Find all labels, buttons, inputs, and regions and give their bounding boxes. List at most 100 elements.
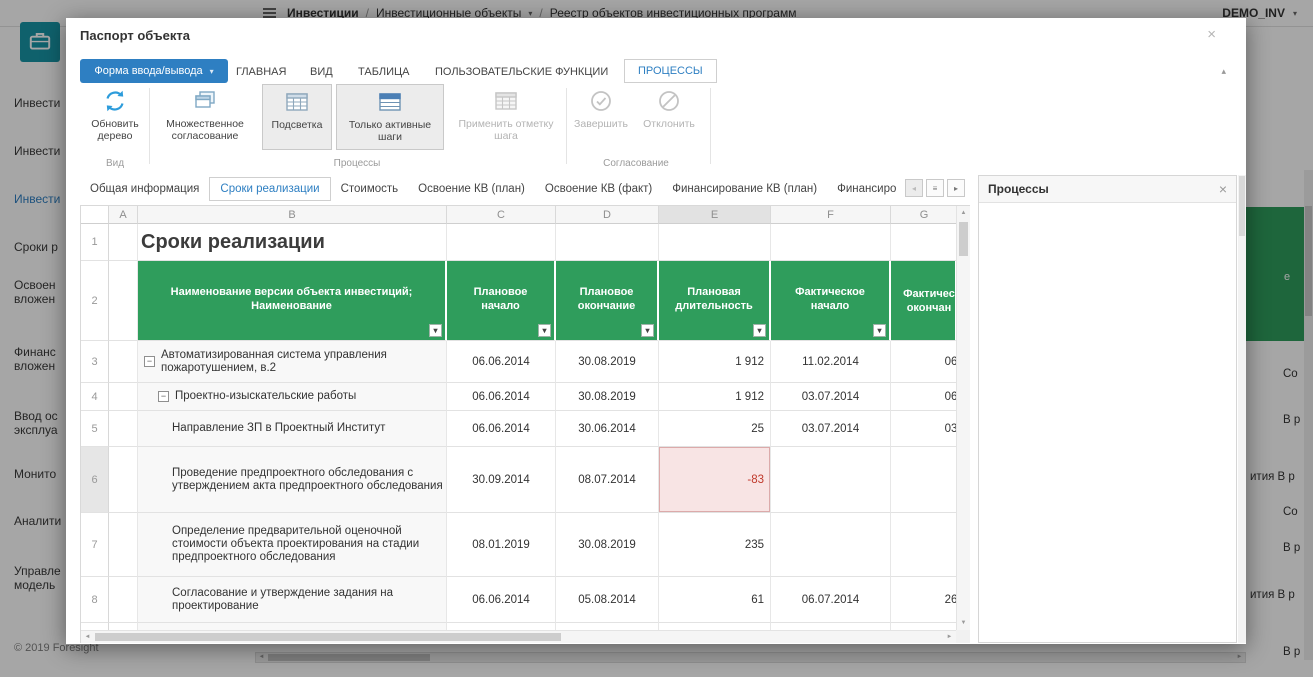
scroll-right-icon[interactable]: ► xyxy=(943,631,956,643)
row-number-selected[interactable]: 6 xyxy=(81,447,109,513)
sheet-tab-capex-fact[interactable]: Освоение КВ (факт) xyxy=(535,177,662,201)
grid-cell[interactable]: 06.06.2014 xyxy=(447,341,556,383)
grid-cell[interactable] xyxy=(109,577,138,623)
grid-cell[interactable]: 30.08.2019 xyxy=(556,513,659,577)
grid-cell[interactable] xyxy=(771,513,891,577)
filter-button[interactable]: ▾ xyxy=(641,324,654,337)
panel-scrollbar[interactable] xyxy=(1238,175,1246,643)
grid-cell[interactable] xyxy=(891,224,957,261)
row-number[interactable]: 5 xyxy=(81,411,109,447)
ribbon-tab-user-functions[interactable]: ПОЛЬЗОВАТЕЛЬСКИЕ ФУНКЦИИ xyxy=(435,63,608,81)
grid-vertical-scrollbar[interactable]: ▲ ▼ xyxy=(956,206,970,630)
name-cell[interactable]: Согласование и утверждение задания на пр… xyxy=(138,577,447,623)
grid-cell[interactable]: 03.07.2014 xyxy=(771,383,891,411)
grid-cell[interactable] xyxy=(109,447,138,513)
row-number[interactable]: 1 xyxy=(81,224,109,261)
filter-button[interactable]: ▾ xyxy=(753,324,766,337)
negative-value-cell-selected[interactable]: -83 xyxy=(659,447,771,513)
name-cell[interactable]: Проведение предпроектного обследования с… xyxy=(138,447,447,513)
grid-cell[interactable]: 03.07.2014 xyxy=(771,411,891,447)
name-cell[interactable]: Направление ЗП в Проектный Институт xyxy=(138,411,447,447)
sheet-tab-cost[interactable]: Стоимость xyxy=(331,177,409,201)
collapse-toggle-icon[interactable]: − xyxy=(158,391,169,402)
active-steps-toggle-button[interactable]: Только активные шаги xyxy=(336,84,444,150)
scroll-down-icon[interactable]: ▼ xyxy=(957,617,970,629)
grid-cell[interactable]: 26 xyxy=(891,577,957,623)
sheet-tab-financing-plan[interactable]: Финансирование КВ (план) xyxy=(662,177,827,201)
header-cell-plan-start[interactable]: Плановое начало ▾ xyxy=(447,261,556,341)
close-icon[interactable]: × xyxy=(1219,181,1227,197)
grid-cell[interactable]: 08.07.2014 xyxy=(556,447,659,513)
grid-cell[interactable] xyxy=(556,224,659,261)
scroll-left-icon[interactable]: ◄ xyxy=(81,631,94,643)
grid-cell[interactable]: 1 912 xyxy=(659,341,771,383)
grid-cell[interactable] xyxy=(109,261,138,341)
column-header[interactable]: C xyxy=(447,206,556,224)
grid-cell[interactable]: 30.06.2014 xyxy=(556,411,659,447)
apply-step-mark-button[interactable]: Применить отметку шага xyxy=(450,86,562,150)
row-number[interactable]: 4 xyxy=(81,383,109,411)
grid-cell[interactable]: 03 xyxy=(891,411,957,447)
refresh-tree-button[interactable]: Обновить дерево xyxy=(84,86,146,150)
ribbon-collapse-icon[interactable]: ▴ xyxy=(1221,66,1226,77)
scrollbar-thumb[interactable] xyxy=(959,222,968,256)
row-number[interactable]: 7 xyxy=(81,513,109,577)
column-header[interactable]: A xyxy=(109,206,138,224)
ribbon-tab-view[interactable]: ВИД xyxy=(310,63,333,81)
scroll-up-icon[interactable]: ▲ xyxy=(957,207,970,219)
header-cell-name[interactable]: Наименование версии объекта инвестиций; … xyxy=(138,261,447,341)
grid-cell[interactable]: 06.06.2014 xyxy=(447,411,556,447)
filter-button[interactable]: ▾ xyxy=(873,324,886,337)
multiple-approval-button[interactable]: Множественное согласование xyxy=(152,86,258,150)
reject-button[interactable]: Отклонить xyxy=(638,86,700,150)
grid-cell[interactable] xyxy=(659,224,771,261)
io-form-button[interactable]: Форма ввода/вывода ▾ xyxy=(80,59,228,83)
grid-cell[interactable]: 08.01.2019 xyxy=(447,513,556,577)
grid-cell[interactable]: 06 xyxy=(891,341,957,383)
grid-horizontal-scrollbar[interactable]: ◄ ► xyxy=(81,630,956,643)
grid-cell[interactable] xyxy=(771,224,891,261)
sheet-tab-general[interactable]: Общая информация xyxy=(80,177,209,201)
filter-button[interactable]: ▾ xyxy=(429,324,442,337)
grid-cell[interactable]: 06.07.2014 xyxy=(771,577,891,623)
grid-cell[interactable] xyxy=(109,341,138,383)
column-header[interactable]: F xyxy=(771,206,891,224)
column-header[interactable]: G xyxy=(891,206,957,224)
scrollbar-thumb[interactable] xyxy=(95,633,561,641)
name-cell[interactable]: − Автоматизированная система управления … xyxy=(138,341,447,383)
grid-cell[interactable]: 06.06.2014 xyxy=(447,577,556,623)
ribbon-tab-table[interactable]: ТАБЛИЦА xyxy=(358,63,410,81)
grid-cell[interactable]: 30.08.2019 xyxy=(556,341,659,383)
tab-prev-icon[interactable]: ◂ xyxy=(905,179,923,197)
grid-cell[interactable]: 1 912 xyxy=(659,383,771,411)
grid-cell[interactable] xyxy=(771,447,891,513)
name-cell[interactable]: − Проектно-изыскательские работы xyxy=(138,383,447,411)
header-cell-plan-end[interactable]: Плановое окончание ▾ xyxy=(556,261,659,341)
grid-corner[interactable] xyxy=(81,206,109,224)
grid-cell[interactable] xyxy=(109,224,138,261)
ribbon-tab-processes-active[interactable]: ПРОЦЕССЫ xyxy=(624,59,717,83)
grid-cell[interactable] xyxy=(109,383,138,411)
sheet-list-icon[interactable]: ≡ xyxy=(926,179,944,197)
column-header[interactable]: D xyxy=(556,206,659,224)
tab-next-icon[interactable]: ▸ xyxy=(947,179,965,197)
grid-cell[interactable]: Сроки реализации xyxy=(138,224,447,261)
close-icon[interactable]: × xyxy=(1207,26,1216,43)
row-number[interactable]: 3 xyxy=(81,341,109,383)
grid-cell[interactable] xyxy=(891,513,957,577)
collapse-toggle-icon[interactable]: − xyxy=(144,356,155,367)
header-cell-fact-start[interactable]: Фактическое начало ▾ xyxy=(771,261,891,341)
highlight-toggle-button[interactable]: Подсветка xyxy=(262,84,332,150)
grid-cell[interactable]: 61 xyxy=(659,577,771,623)
grid-cell[interactable]: 30.09.2014 xyxy=(447,447,556,513)
sheet-tab-deadlines-active[interactable]: Сроки реализации xyxy=(209,177,330,201)
column-header-selected[interactable]: E xyxy=(659,206,771,224)
grid-cell[interactable] xyxy=(109,411,138,447)
grid-cell[interactable] xyxy=(109,513,138,577)
name-cell[interactable]: Определение предварительной оценочной ст… xyxy=(138,513,447,577)
header-cell-fact-end[interactable]: Фактичес окончан xyxy=(891,261,957,341)
grid-cell[interactable]: 25 xyxy=(659,411,771,447)
column-header[interactable]: B xyxy=(138,206,447,224)
grid-cell[interactable]: 05.08.2014 xyxy=(556,577,659,623)
grid-cell[interactable]: 30.08.2019 xyxy=(556,383,659,411)
